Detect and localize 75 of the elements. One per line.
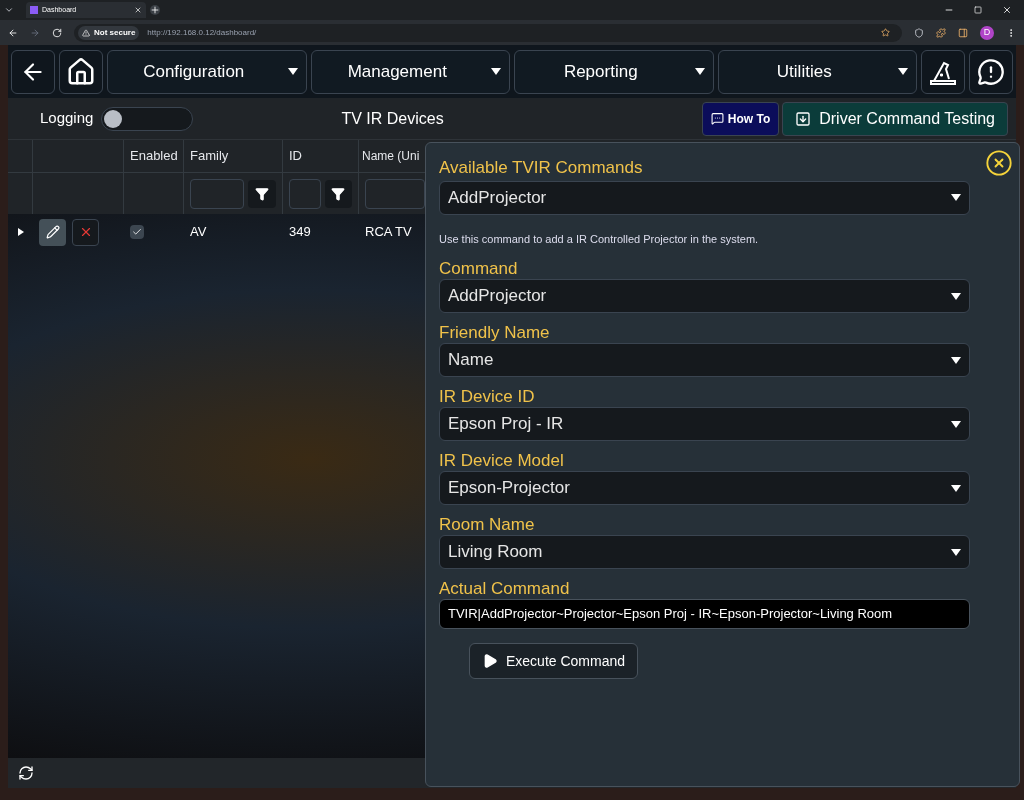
table-cell-text: AV [189, 223, 208, 242]
wizard-hat-button[interactable] [921, 49, 965, 94]
reload-icon[interactable] [52, 27, 62, 38]
shield-icon[interactable] [914, 27, 924, 38]
chat-icon [710, 112, 724, 125]
logging-toggle[interactable] [101, 106, 194, 131]
security-chip[interactable]: Not secure [78, 25, 140, 40]
caret-icon [951, 356, 961, 364]
favicon-icon [30, 6, 38, 14]
dropdown-field[interactable]: Epson-Projector [439, 471, 970, 505]
caret-icon [491, 68, 501, 75]
how-to-button[interactable]: How To [701, 101, 780, 136]
tab-list-icon[interactable] [4, 5, 14, 15]
pencil-icon [45, 225, 60, 239]
filter-button[interactable] [324, 179, 352, 208]
menu-dropdown[interactable]: Configuration [107, 49, 307, 94]
command-panel: Available TVIR Commands AddProjector Use this command to add a IR Controlled Projector in the system. Command AddProjector Friendly Name Name IR Device ID Epson Proj - IR IR Device Model Epson-Projector Room Name Living Room Actual Command TVIR|AddProjector~Projector~Epson Proj - IR~Epson-Projector~Living Room Execute Command [425, 142, 1020, 787]
logging-label: Logging [40, 108, 94, 129]
expand-row-icon[interactable] [17, 228, 24, 236]
caret-icon [951, 292, 961, 300]
close-window-icon[interactable] [1002, 5, 1012, 15]
play-icon [482, 653, 498, 669]
speech-bubble-alert-icon [977, 57, 1005, 86]
column-header[interactable]: Enabled [124, 140, 184, 172]
caret-icon [951, 484, 961, 492]
caret-icon [951, 194, 961, 201]
table-cell-text: RCA TV [364, 223, 413, 242]
filter-button[interactable] [248, 179, 276, 208]
menu-dropdown[interactable]: Reporting [514, 49, 714, 94]
caret-icon [951, 548, 961, 556]
page-title: TV IR Devices [341, 108, 444, 129]
back-icon[interactable] [8, 27, 18, 38]
column-header[interactable]: ID [283, 140, 359, 172]
dropdown-field[interactable]: Name [439, 343, 970, 377]
number-filter-field[interactable] [289, 178, 321, 209]
filter-icon [331, 186, 346, 201]
table-cell-text: 349 [288, 223, 312, 242]
delete-button[interactable] [72, 218, 99, 246]
close-button[interactable] [985, 149, 1013, 177]
address-bar[interactable]: Not secure http://192.168.0.12/dashboard/ [74, 23, 902, 42]
menu-dropdown[interactable]: Utilities [717, 49, 917, 94]
side-panel-icon[interactable] [958, 27, 968, 38]
dropdown-field[interactable]: AddProjector [439, 180, 970, 215]
back-button[interactable] [11, 49, 55, 94]
caret-icon [951, 420, 961, 428]
dropdown-field[interactable]: Living Room [439, 535, 970, 569]
caret-icon [898, 68, 908, 75]
close-tab-icon[interactable] [134, 6, 142, 14]
bookmark-star-icon[interactable] [881, 28, 890, 37]
close-icon [985, 149, 1013, 177]
dropdown-field[interactable]: Epson Proj - IR [439, 407, 970, 441]
download-icon [795, 110, 812, 127]
dropdown-field[interactable]: AddProjector [439, 279, 970, 313]
maximize-icon[interactable] [974, 6, 982, 14]
filter-icon [255, 186, 270, 201]
execute-command-button[interactable]: Execute Command [469, 643, 639, 679]
refresh-icon[interactable] [18, 765, 34, 781]
extensions-icon[interactable] [936, 27, 946, 38]
warning-icon [82, 28, 90, 37]
column-header[interactable]: Family [184, 140, 283, 172]
caret-icon [287, 68, 298, 75]
home-button[interactable] [59, 49, 103, 94]
check-icon [132, 227, 142, 237]
home-icon [66, 56, 96, 87]
profile-avatar[interactable]: D [980, 25, 994, 40]
actual-command-field[interactable]: TVIR|AddProjector~Projector~Epson Proj - IR~Epson-Projector~Living Room [439, 599, 970, 629]
edit-button[interactable] [39, 218, 66, 246]
column-header[interactable]: Name (Uni [359, 140, 425, 172]
driver-command-testing-button[interactable]: Driver Command Testing [782, 101, 1008, 136]
filter-field[interactable] [190, 178, 245, 209]
feedback-button[interactable] [969, 49, 1013, 94]
new-tab-icon[interactable] [150, 5, 160, 15]
enabled-checkbox[interactable] [130, 225, 144, 239]
menu-dropdown[interactable]: Management [310, 49, 510, 94]
caret-icon [694, 68, 705, 75]
